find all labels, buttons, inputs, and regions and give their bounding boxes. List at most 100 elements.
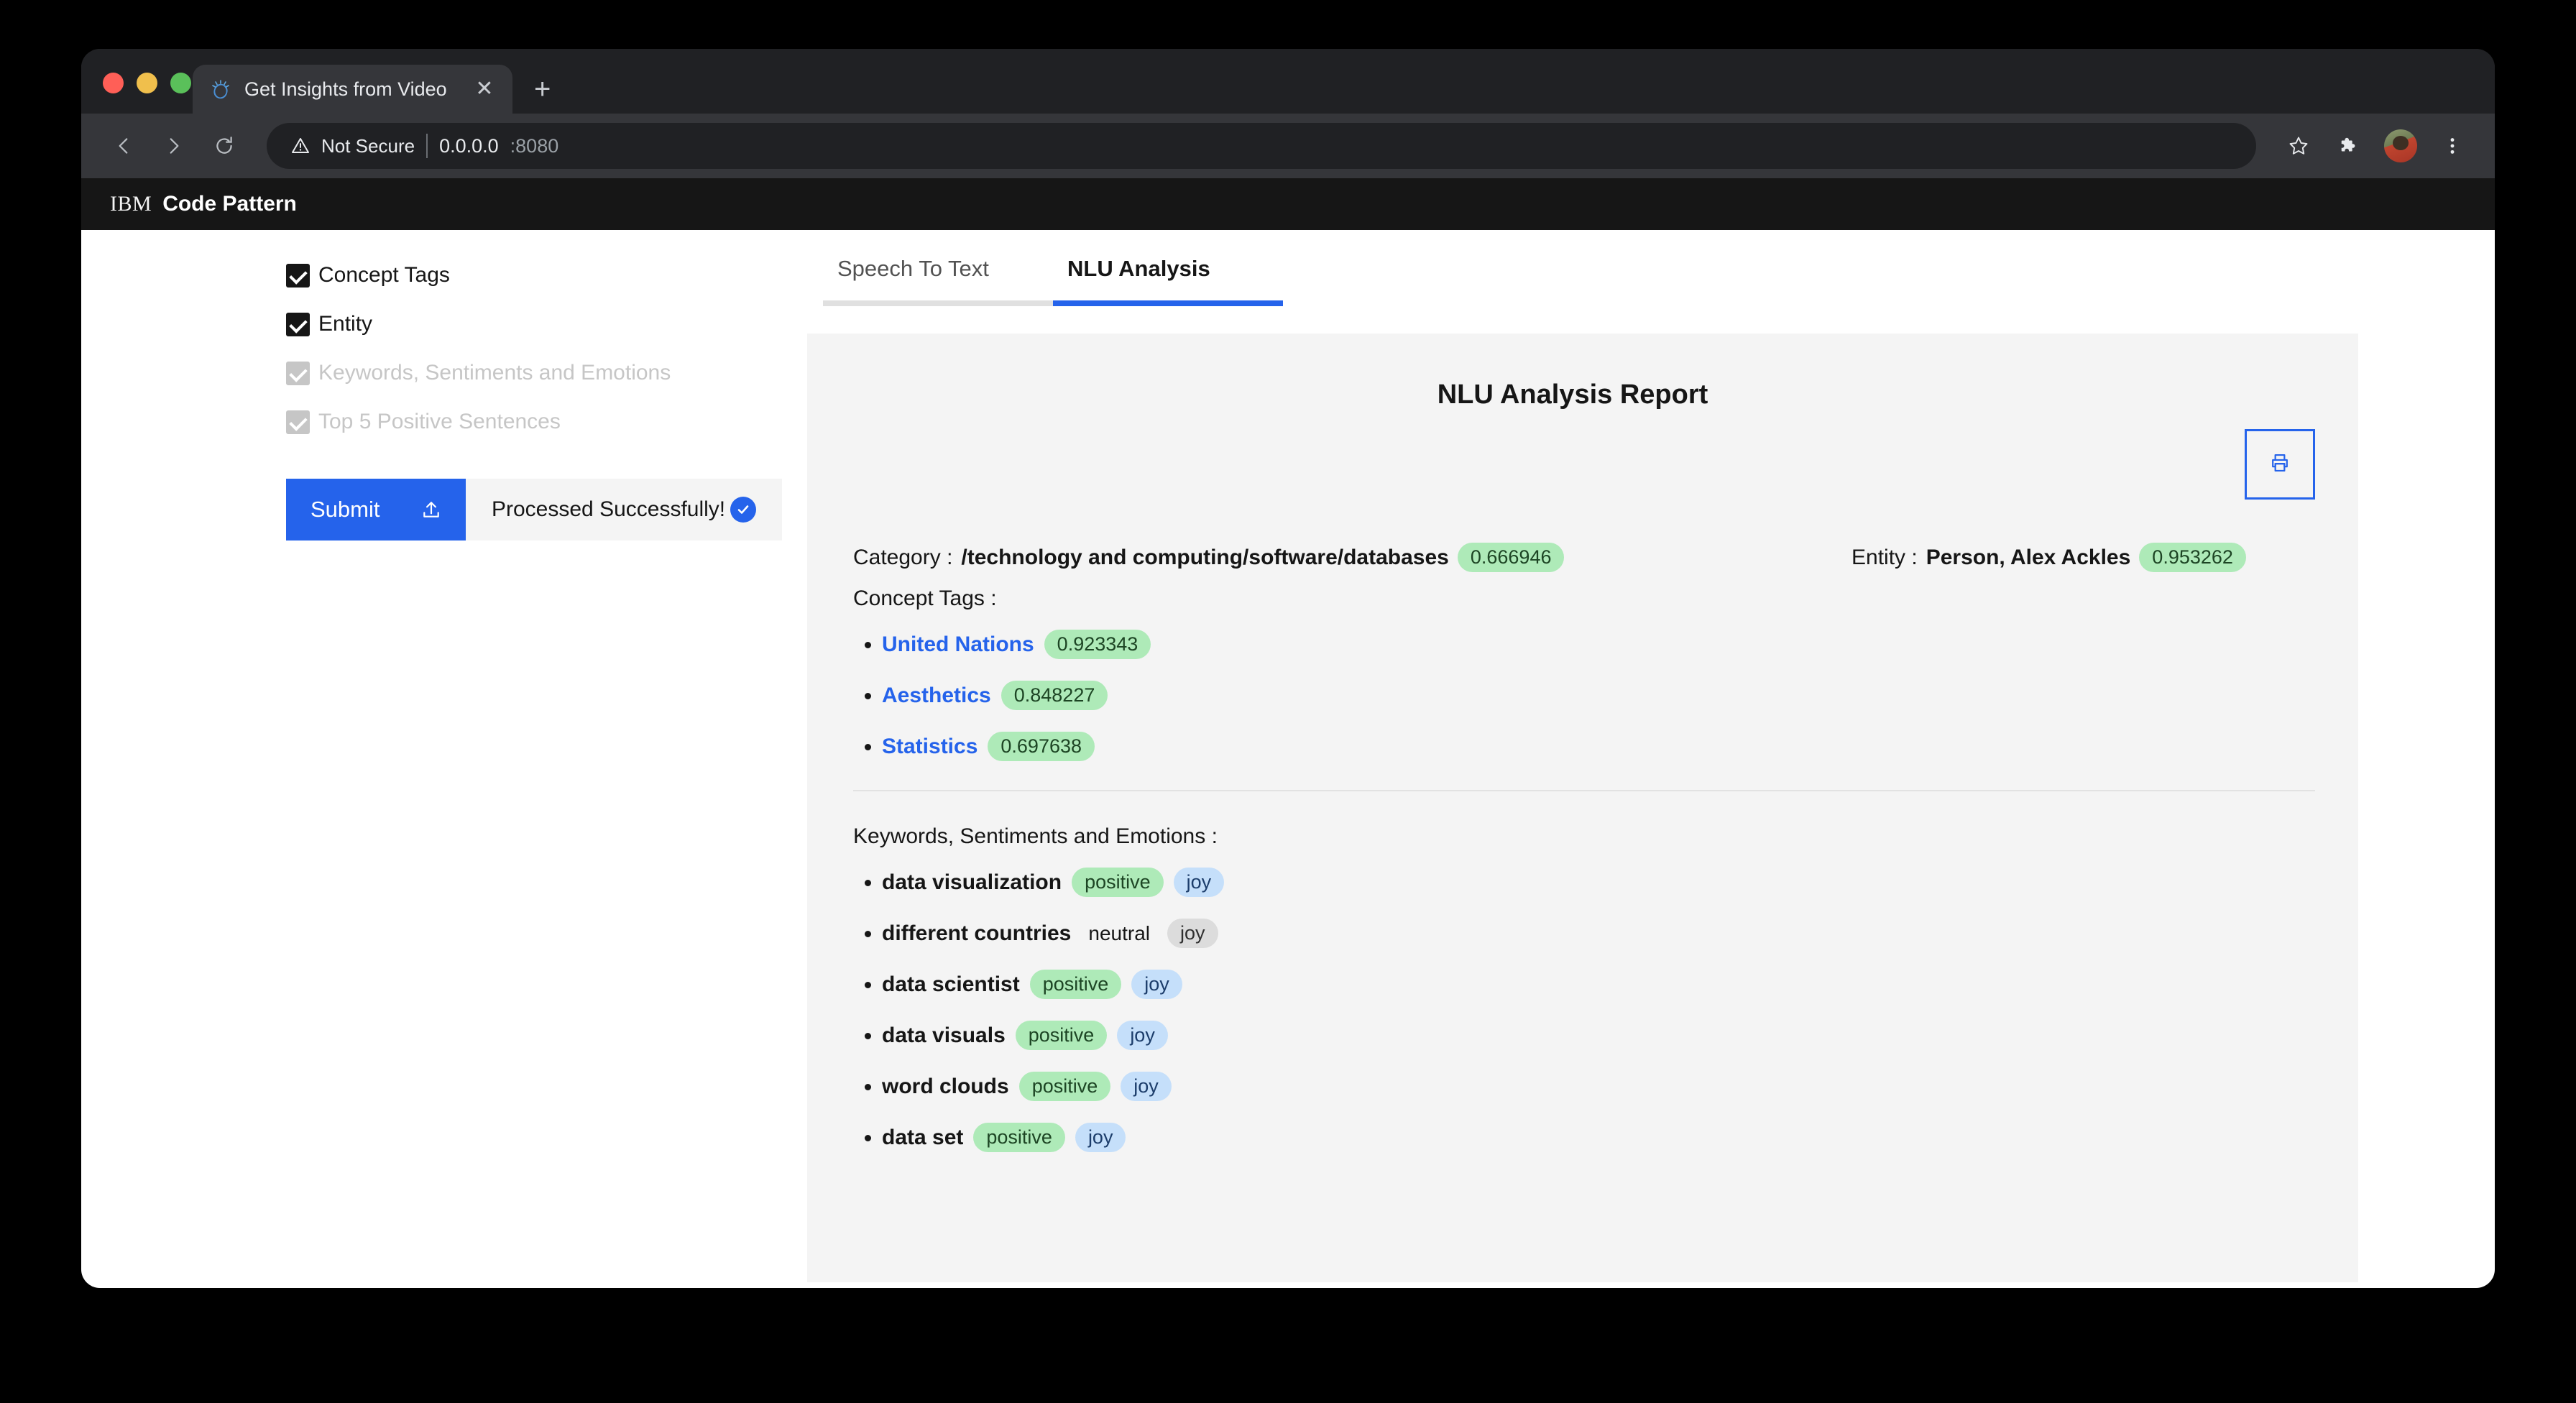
list-item: word clouds positive joy: [882, 1072, 2315, 1101]
omnibox-divider: [426, 134, 428, 158]
browser-toolbar: Not Secure 0.0.0.0 :8080: [81, 114, 2495, 178]
emotion-badge: joy: [1121, 1072, 1172, 1101]
keyword-name: data visuals: [882, 1024, 1006, 1048]
browser-tab-title: Get Insights from Video: [244, 78, 461, 101]
back-arrow-icon[interactable]: [101, 124, 146, 168]
url-port: :8080: [510, 135, 559, 157]
star-icon[interactable]: [2276, 124, 2321, 168]
browser-tab[interactable]: Get Insights from Video ✕: [193, 65, 512, 114]
category-block: Category : /technology and computing/sof…: [853, 543, 1769, 611]
category-score-badge: 0.666946: [1458, 543, 1565, 572]
app-title: Code Pattern: [162, 192, 297, 216]
submit-button-label: Submit: [310, 497, 380, 523]
sentiment-badge: positive: [1016, 1021, 1108, 1050]
list-item: data scientist positive joy: [882, 970, 2315, 999]
browser-window: Get Insights from Video ✕ + Not Secure 0…: [81, 49, 2495, 1288]
keyword-name: data visualization: [882, 870, 1062, 895]
browser-tab-strip: Get Insights from Video ✕ +: [81, 49, 2495, 114]
checkbox-icon: [286, 410, 310, 434]
close-tab-button[interactable]: ✕: [472, 78, 497, 100]
submit-button[interactable]: Submit: [286, 479, 466, 540]
concept-tags-list: United Nations 0.923343 Aesthetics 0.848…: [882, 630, 2315, 761]
results-panel: Speech To Text NLU Analysis NLU Analysis…: [807, 249, 2495, 1282]
reload-icon[interactable]: [202, 124, 247, 168]
list-item: Aesthetics 0.848227: [882, 681, 2315, 710]
page-body: Concept Tags Entity Keywords, Sentiments…: [81, 230, 2495, 1282]
new-tab-button[interactable]: +: [534, 75, 551, 104]
address-bar[interactable]: Not Secure 0.0.0.0 :8080: [267, 123, 2256, 169]
profile-avatar[interactable]: [2384, 129, 2417, 162]
checkbox-label: Top 5 Positive Sentences: [318, 410, 561, 434]
emotion-badge: joy: [1131, 970, 1182, 999]
print-button[interactable]: [2245, 429, 2315, 500]
concept-score-badge: 0.923343: [1044, 630, 1151, 659]
checkbox-icon[interactable]: [286, 264, 310, 288]
app-header: IBM Code Pattern: [81, 178, 2495, 230]
entity-block: Entity : Person, Alex Ackles 0.953262: [1769, 543, 2315, 572]
sentiment-badge: positive: [1030, 970, 1122, 999]
sentiment-badge: neutral: [1081, 922, 1157, 945]
entity-line: Entity : Person, Alex Ackles 0.953262: [1852, 543, 2246, 572]
status-message: Processed Successfully!: [492, 497, 725, 522]
forward-arrow-icon[interactable]: [152, 124, 196, 168]
tab-label: NLU Analysis: [1067, 256, 1210, 281]
checkbox-row-keywords: Keywords, Sentiments and Emotions: [286, 361, 807, 385]
puzzle-piece-icon[interactable]: [2327, 124, 2371, 168]
keyword-name: data scientist: [882, 972, 1020, 997]
list-item: data set positive joy: [882, 1123, 2315, 1152]
concept-tag-link[interactable]: Statistics: [882, 735, 978, 759]
tab-label: Speech To Text: [837, 256, 989, 281]
report-title: NLU Analysis Report: [830, 380, 2315, 410]
not-secure-warning-icon: [291, 137, 310, 155]
page-viewport: IBM Code Pattern Concept Tags Entity Key…: [81, 178, 2495, 1288]
keywords-list: data visualization positive joy differen…: [882, 868, 2315, 1152]
emotion-badge: joy: [1117, 1021, 1168, 1050]
tab-nlu-analysis[interactable]: NLU Analysis: [1053, 249, 1283, 306]
security-status-label: Not Secure: [321, 135, 415, 157]
checkbox-row-concept-tags[interactable]: Concept Tags: [286, 263, 807, 288]
status-strip: Processed Successfully!: [466, 479, 782, 540]
meta-row: Category : /technology and computing/sof…: [830, 543, 2315, 611]
keywords-label: Keywords, Sentiments and Emotions :: [830, 824, 2315, 849]
options-panel: Concept Tags Entity Keywords, Sentiments…: [81, 249, 807, 1282]
close-window-button[interactable]: [103, 73, 124, 93]
print-row: [830, 429, 2315, 500]
keyword-name: word clouds: [882, 1075, 1009, 1099]
category-value: /technology and computing/software/datab…: [961, 546, 1448, 570]
check-circle-icon: [730, 497, 756, 523]
tab-speech-to-text[interactable]: Speech To Text: [823, 249, 1053, 306]
sentiment-badge: positive: [1019, 1072, 1111, 1101]
checkbox-icon[interactable]: [286, 313, 310, 336]
sentiment-badge: positive: [1072, 868, 1164, 897]
watson-logo-icon: [208, 77, 233, 101]
emotion-badge: joy: [1167, 919, 1218, 948]
concept-tag-link[interactable]: Aesthetics: [882, 684, 991, 708]
checkbox-row-top-sentences: Top 5 Positive Sentences: [286, 410, 807, 434]
checkbox-label: Keywords, Sentiments and Emotions: [318, 361, 671, 385]
window-controls: [103, 73, 191, 93]
checkbox-label: Entity: [318, 312, 372, 336]
emotion-badge: joy: [1075, 1123, 1126, 1152]
upload-icon: [421, 500, 441, 520]
printer-icon: [2269, 452, 2291, 477]
nlu-report-card: NLU Analysis Report: [807, 334, 2358, 1282]
entity-value: Person, Alex Ackles: [1926, 546, 2131, 570]
checkbox-label: Concept Tags: [318, 263, 450, 288]
results-tabs: Speech To Text NLU Analysis: [823, 249, 2358, 306]
list-item: Statistics 0.697638: [882, 732, 2315, 761]
keyword-name: data set: [882, 1126, 963, 1150]
concept-tag-link[interactable]: United Nations: [882, 632, 1034, 657]
sentiment-badge: positive: [973, 1123, 1065, 1152]
url-host: 0.0.0.0: [439, 135, 499, 157]
list-item: data visualization positive joy: [882, 868, 2315, 897]
three-dot-menu-icon[interactable]: [2430, 124, 2475, 168]
keyword-name: different countries: [882, 921, 1071, 946]
category-line: Category : /technology and computing/sof…: [853, 543, 1769, 572]
concept-tags-label: Concept Tags :: [853, 586, 1769, 611]
category-label: Category :: [853, 546, 952, 570]
minimize-window-button[interactable]: [137, 73, 157, 93]
list-item: data visuals positive joy: [882, 1021, 2315, 1050]
checkbox-row-entity[interactable]: Entity: [286, 312, 807, 336]
maximize-window-button[interactable]: [170, 73, 191, 93]
concept-score-badge: 0.848227: [1001, 681, 1108, 710]
